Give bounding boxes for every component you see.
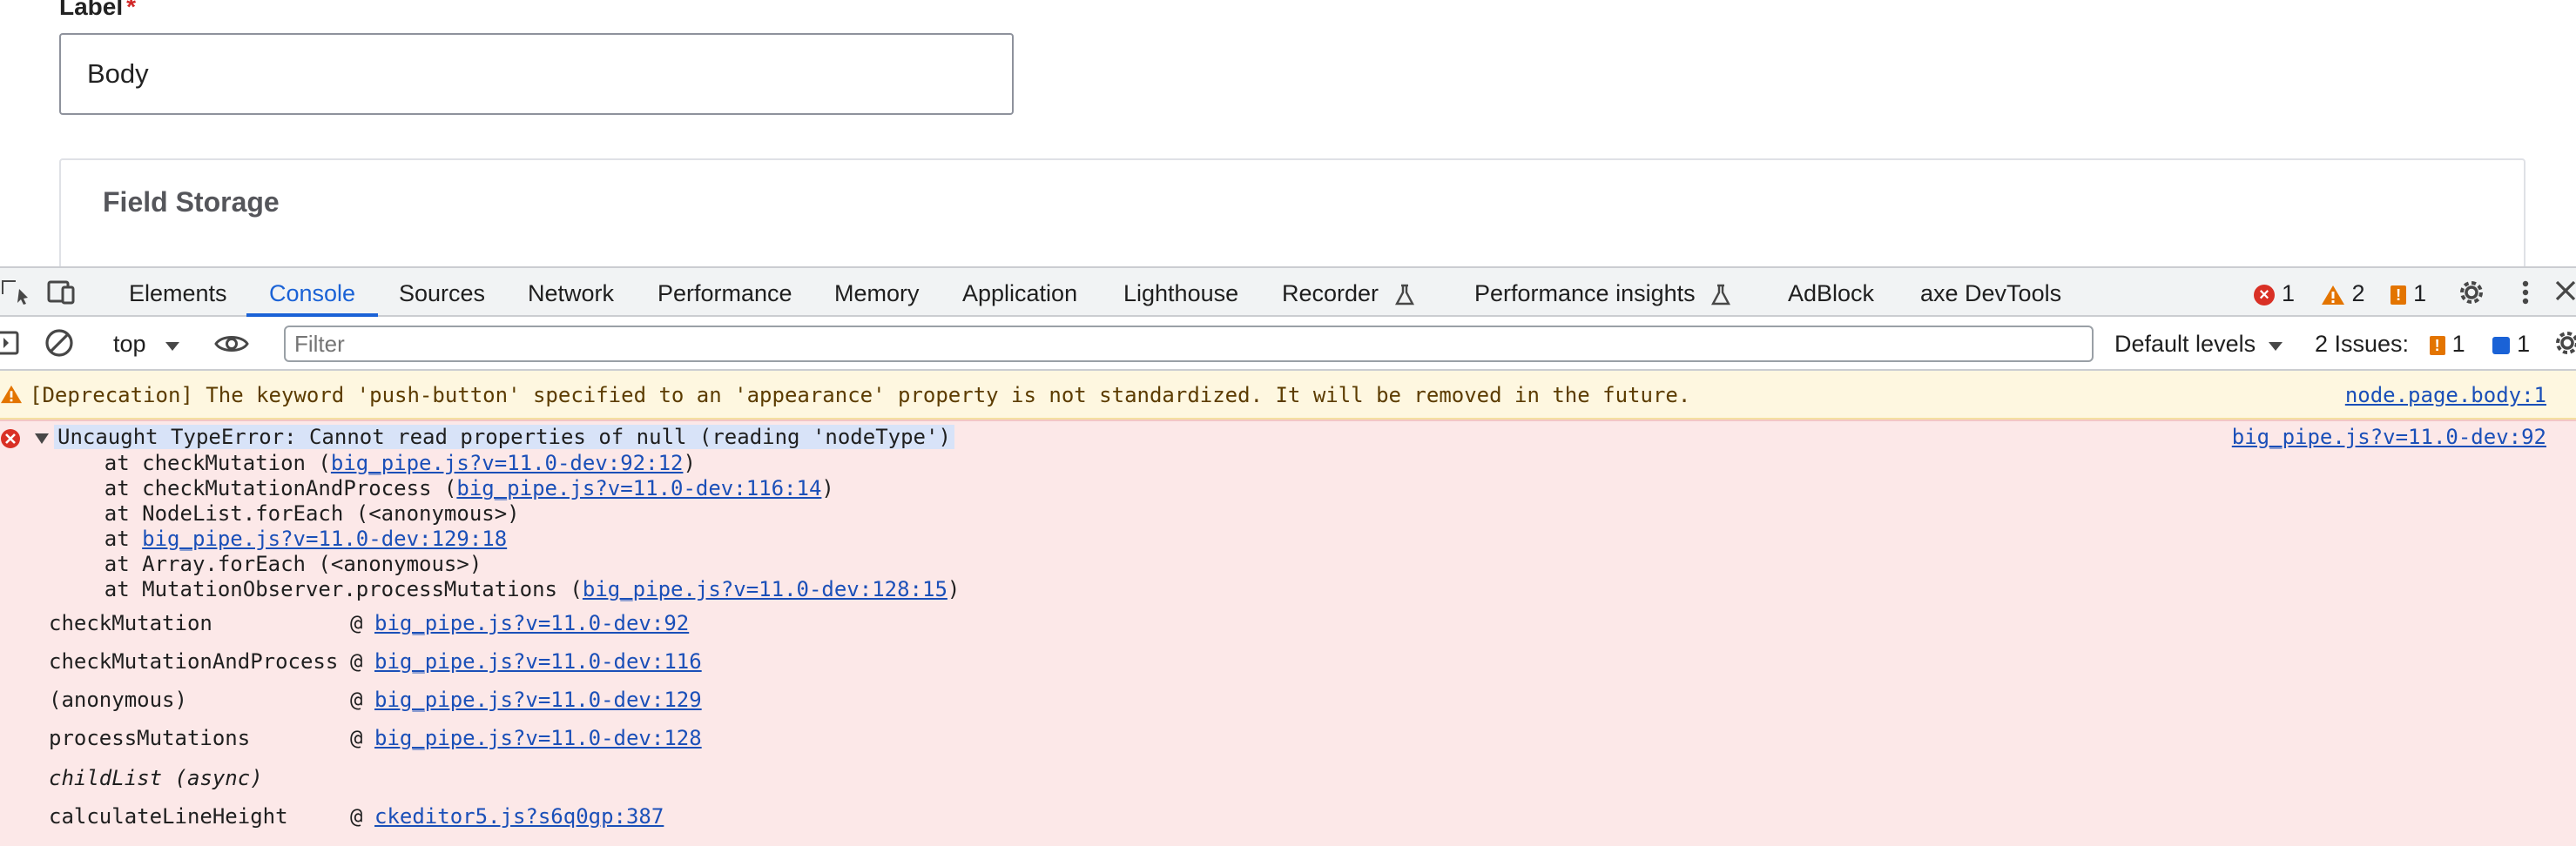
issue-warning-icon: ! <box>2429 335 2445 355</box>
warning-icon <box>2321 285 2344 305</box>
tab-lighthouse[interactable]: Lighthouse <box>1123 268 1238 317</box>
tab-application[interactable]: Application <box>962 268 1077 317</box>
error-source-link[interactable]: big_pipe.js?v=11.0-dev:92 <box>2232 425 2546 449</box>
inspect-icon[interactable] <box>0 277 31 308</box>
field-storage-card: Field Storage <box>59 158 2525 266</box>
label-text: Label <box>59 0 124 20</box>
frame-function: (anonymous) <box>49 688 187 712</box>
issues-button[interactable]: 2 Issues: ! 1 1 <box>2315 317 2530 369</box>
chevron-down-icon <box>2268 342 2283 351</box>
stack-link[interactable]: big_pipe.js?v=11.0-dev:116:14 <box>456 476 821 500</box>
stack-text: at checkMutation ( <box>54 451 331 475</box>
issues-warn-count: 1 <box>2451 331 2465 357</box>
stack-text: ) <box>947 577 961 601</box>
console-toolbar: top Default levels 2 Issues: ! 1 1 <box>0 317 2576 371</box>
sidebar-toggle-icon[interactable] <box>0 327 26 359</box>
console-error-message: Uncaught TypeError: Cannot read properti… <box>0 420 2576 846</box>
log-levels-dropdown[interactable]: Default levels <box>2114 317 2283 369</box>
eye-icon[interactable] <box>214 328 249 359</box>
log-levels-label: Default levels <box>2114 331 2256 357</box>
tab-axe-devtools[interactable]: axe DevTools <box>1920 268 2061 317</box>
frame-at: @ <box>350 804 363 829</box>
issue-info-icon <box>2492 336 2511 354</box>
stack-line: at big_pipe.js?v=11.0-dev:129:18 <box>54 527 507 551</box>
page-area: Label* Field Storage <box>0 0 2576 266</box>
stack-text: at checkMutationAndProcess ( <box>54 476 457 500</box>
frame-function: checkMutationAndProcess <box>49 649 339 674</box>
tab-console[interactable]: Console <box>246 268 379 317</box>
context-selector[interactable]: top <box>113 317 180 369</box>
clear-console-icon[interactable] <box>44 327 75 359</box>
stack-text: at <box>54 527 143 551</box>
frame-at: @ <box>350 649 363 674</box>
device-toolbar-icon[interactable] <box>45 277 77 308</box>
stack-text: ) <box>683 451 696 475</box>
frame-function: checkMutation <box>49 611 212 635</box>
tab-recorder[interactable]: Recorder <box>1282 268 1415 317</box>
stack-text: ) <box>821 476 834 500</box>
frame-link[interactable]: big_pipe.js?v=11.0-dev:92 <box>374 611 689 635</box>
warning-icon <box>1 385 22 404</box>
frame-at: @ <box>350 726 363 750</box>
chevron-down-icon <box>165 342 180 351</box>
field-label: Label * <box>59 0 136 21</box>
info-icon: ! <box>2391 285 2407 305</box>
tab-sources[interactable]: Sources <box>399 268 485 317</box>
close-icon[interactable] <box>2552 277 2576 308</box>
console-settings-icon[interactable] <box>2552 327 2576 359</box>
frame-at: @ <box>350 688 363 712</box>
tab-performance-insights[interactable]: Performance insights <box>1474 268 1731 317</box>
tab-recorder-label: Recorder <box>1282 280 1379 306</box>
stack-link[interactable]: big_pipe.js?v=11.0-dev:129:18 <box>142 527 507 551</box>
stack-line: at MutationObserver.processMutations (bi… <box>54 577 961 601</box>
warning-count: 2 <box>2351 280 2365 306</box>
error-heading-text: Uncaught TypeError: Cannot read properti… <box>54 425 954 449</box>
issues-label: 2 Issues: <box>2315 331 2410 357</box>
error-count-badge[interactable]: × 1 2 ! 1 <box>2254 268 2426 317</box>
stack-line: at checkMutationAndProcess (big_pipe.js?… <box>54 476 834 500</box>
stack-text: at MutationObserver.processMutations ( <box>54 577 583 601</box>
flask-icon <box>1394 284 1414 306</box>
tab-memory[interactable]: Memory <box>834 268 920 317</box>
error-count: 1 <box>2282 280 2296 306</box>
frame-at: @ <box>350 611 363 635</box>
tab-network[interactable]: Network <box>528 268 614 317</box>
frame-function: calculateLineHeight <box>49 804 288 829</box>
error-heading[interactable]: Uncaught TypeError: Cannot read properti… <box>54 425 954 449</box>
stack-text: at NodeList.forEach (<anonymous>) <box>54 501 520 526</box>
error-icon: × <box>2254 284 2275 306</box>
frame-link[interactable]: big_pipe.js?v=11.0-dev:116 <box>374 649 702 674</box>
label-input[interactable] <box>59 33 1014 115</box>
context-label: top <box>113 331 146 357</box>
stack-link[interactable]: big_pipe.js?v=11.0-dev:128:15 <box>583 577 947 601</box>
error-icon <box>1 429 20 448</box>
devtools-tabbar: Elements Console Sources Network Perform… <box>0 266 2576 317</box>
required-mark: * <box>126 0 137 20</box>
frame-function: processMutations <box>49 726 251 750</box>
flask-icon <box>1711 284 1731 306</box>
more-icon[interactable] <box>2510 277 2541 308</box>
stack-link[interactable]: big_pipe.js?v=11.0-dev:92:12 <box>331 451 684 475</box>
stack-line: at NodeList.forEach (<anonymous>) <box>54 501 520 526</box>
expand-triangle-icon[interactable] <box>35 433 49 444</box>
stack-text: at Array.forEach (<anonymous>) <box>54 552 482 576</box>
filter-input[interactable] <box>284 326 2094 362</box>
tab-elements[interactable]: Elements <box>129 268 227 317</box>
frame-link[interactable]: big_pipe.js?v=11.0-dev:128 <box>374 726 702 750</box>
info-count: 1 <box>2413 280 2427 306</box>
stack-line: at checkMutation (big_pipe.js?v=11.0-dev… <box>54 451 696 475</box>
frame-link[interactable]: ckeditor5.js?s6q0gp:387 <box>374 804 664 829</box>
tab-performance-insights-label: Performance insights <box>1474 280 1696 306</box>
warning-source-link[interactable]: node.page.body:1 <box>2345 383 2546 407</box>
async-boundary: childList (async) <box>49 766 263 790</box>
settings-icon[interactable] <box>2456 277 2487 308</box>
tab-adblock[interactable]: AdBlock <box>1788 268 1874 317</box>
warning-text: [Deprecation] The keyword 'push-button' … <box>30 383 1691 407</box>
card-title: Field Storage <box>103 186 280 218</box>
stack-line: at Array.forEach (<anonymous>) <box>54 552 482 576</box>
issues-info-count: 1 <box>2517 331 2531 357</box>
console-warning-message: [Deprecation] The keyword 'push-button' … <box>0 371 2576 420</box>
tab-performance[interactable]: Performance <box>657 268 792 317</box>
frame-link[interactable]: big_pipe.js?v=11.0-dev:129 <box>374 688 702 712</box>
